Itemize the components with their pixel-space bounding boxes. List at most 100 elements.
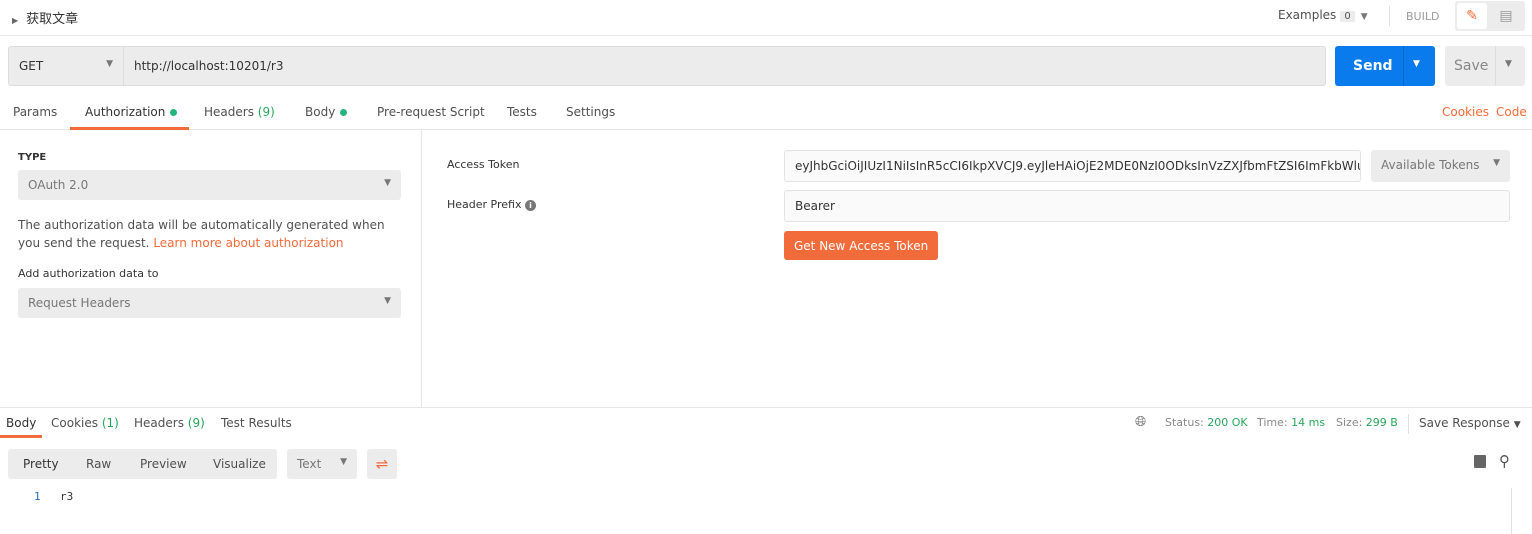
tab-label: Headers (134, 416, 184, 430)
available-tokens-select[interactable]: Available Tokens ▼ (1371, 150, 1510, 182)
view-preview[interactable]: Preview (140, 457, 187, 471)
send-label: Send (1353, 58, 1393, 74)
auth-type-select[interactable]: OAuth 2.0 ▼ (18, 170, 401, 200)
examples-count: 0 (1340, 11, 1355, 22)
request-name[interactable]: ▶ 获取文章 (12, 8, 78, 27)
active-tab-indicator (0, 435, 42, 438)
chevron-down-icon: ▼ (1513, 420, 1521, 430)
comment-icon[interactable]: ▤ (1491, 3, 1521, 29)
status-value: 200 OK (1207, 416, 1248, 429)
chevron-down-icon: ▼ (1493, 158, 1500, 168)
request-tabs: Params Authorization Headers (9) Body Pr… (0, 96, 1532, 130)
tab-settings[interactable]: Settings (566, 105, 615, 119)
method-value: GET (19, 59, 44, 73)
header-prefix-input[interactable]: Bearer (784, 190, 1510, 222)
size-label: Size: (1336, 416, 1363, 429)
response-tab-headers[interactable]: Headers (9) (134, 416, 205, 430)
tab-params[interactable]: Params (13, 105, 57, 119)
tab-label: Cookies (51, 416, 98, 430)
auth-type-pane: TYPE OAuth 2.0 ▼ The authorization data w… (0, 130, 422, 407)
status-label: Status: (1165, 416, 1204, 429)
divider (1408, 414, 1409, 434)
line-content: r3 (60, 490, 74, 503)
chevron-down-icon: ▼ (340, 457, 347, 467)
mode-toggle: ✎ ▤ (1455, 1, 1525, 31)
auth-type-value: OAuth 2.0 (28, 178, 89, 192)
add-to-label: Add authorization data to (18, 267, 159, 280)
save-label: Save (1454, 58, 1489, 74)
tab-body[interactable]: Body (305, 105, 348, 119)
search-icon[interactable]: ⚲ (1499, 452, 1510, 470)
add-to-select[interactable]: Request Headers ▼ (18, 288, 401, 318)
request-title: 获取文章 (26, 12, 79, 27)
view-raw[interactable]: Raw (86, 457, 111, 471)
scrollbar[interactable] (1511, 488, 1512, 534)
cookies-count: (1) (101, 416, 119, 430)
access-token-value: eyJhbGciOiJIUzI1NiIsInR5cCI6IkpXVCJ9.eyJ… (795, 159, 1361, 173)
response-tab-test-results[interactable]: Test Results (221, 416, 292, 430)
access-token-input[interactable]: eyJhbGciOiJIUzI1NiIsInR5cCI6IkpXVCJ9.eyJ… (784, 150, 1361, 182)
status-dot (170, 109, 178, 116)
wrap-lines-icon[interactable]: ⇌ (367, 449, 397, 479)
chevron-down-icon[interactable]: ▼ (1413, 59, 1420, 69)
headers-count: (9) (257, 105, 275, 119)
tab-pre-request-script[interactable]: Pre-request Script (377, 105, 485, 119)
tab-tests[interactable]: Tests (507, 105, 537, 119)
view-pretty[interactable]: Pretty (23, 457, 59, 471)
size-info: Size: 299 B (1336, 416, 1398, 429)
chevron-down-icon: ▼ (384, 296, 391, 306)
auth-description: The authorization data will be automatic… (18, 216, 398, 252)
save-response-button[interactable]: Save Response ▼ (1419, 416, 1521, 430)
format-select[interactable]: Text ▼ (287, 449, 357, 479)
get-new-access-token-button[interactable]: Get New Access Token (784, 231, 939, 260)
tab-label: Authorization (85, 105, 166, 119)
learn-more-link[interactable]: Learn more about authorization (153, 236, 343, 250)
chevron-down-icon: ▼ (1360, 12, 1368, 22)
examples-label: Examples (1278, 8, 1337, 22)
response-tab-body[interactable]: Body (6, 416, 36, 430)
status-info: Status: 200 OK (1165, 416, 1248, 429)
tab-label: Headers (204, 105, 254, 119)
request-header-bar: ▶ 获取文章 Examples 0 ▼ BUILD ✎ ▤ (0, 0, 1532, 36)
chevron-down-icon[interactable]: ▼ (1505, 59, 1512, 69)
copy-icon[interactable] (1474, 455, 1486, 468)
divider (1389, 6, 1390, 26)
status-dot (340, 109, 348, 116)
size-value: 299 B (1365, 416, 1398, 429)
chevron-down-icon: ▼ (384, 178, 391, 188)
send-button[interactable]: Send ▼ (1335, 46, 1435, 86)
headers-count: (9) (187, 416, 205, 430)
line-number: 1 (34, 490, 41, 503)
tab-authorization[interactable]: Authorization (85, 105, 178, 119)
pencil-icon[interactable]: ✎ (1457, 3, 1487, 29)
url-input[interactable]: http://localhost:10201/r3 (123, 46, 1326, 86)
header-prefix-value: Bearer (795, 199, 835, 213)
cookies-link[interactable]: Cookies (1442, 105, 1489, 119)
examples-dropdown[interactable]: Examples 0 ▼ (1278, 8, 1368, 22)
tab-headers[interactable]: Headers (9) (204, 105, 275, 119)
header-prefix-text: Header Prefix (447, 198, 522, 211)
tab-label: Body (305, 105, 336, 119)
divider (1403, 46, 1404, 86)
save-button[interactable]: Save ▼ (1445, 46, 1525, 86)
available-tokens-label: Available Tokens (1381, 158, 1480, 172)
expand-triangle-icon[interactable]: ▶ (12, 16, 18, 25)
time-value: 14 ms (1291, 416, 1326, 429)
chevron-down-icon: ▼ (106, 59, 113, 69)
time-info: Time: 14 ms (1257, 416, 1325, 429)
response-tab-cookies[interactable]: Cookies (1) (51, 416, 119, 430)
add-to-value: Request Headers (28, 296, 131, 310)
time-label: Time: (1257, 416, 1288, 429)
header-prefix-label: Header Prefix i (447, 198, 536, 211)
info-icon[interactable]: i (524, 200, 536, 211)
view-visualize[interactable]: Visualize (213, 457, 266, 471)
format-value: Text (297, 457, 322, 471)
view-mode-group: Pretty Raw Preview Visualize (8, 449, 277, 479)
divider (1495, 46, 1496, 86)
method-select[interactable]: GET ▼ (8, 46, 124, 86)
access-token-label: Access Token (447, 158, 520, 171)
type-label: TYPE (18, 152, 47, 163)
code-link[interactable]: Code (1496, 105, 1527, 119)
build-mode-label: BUILD (1406, 10, 1440, 23)
globe-icon[interactable]: 🌐︎ (1135, 414, 1146, 430)
